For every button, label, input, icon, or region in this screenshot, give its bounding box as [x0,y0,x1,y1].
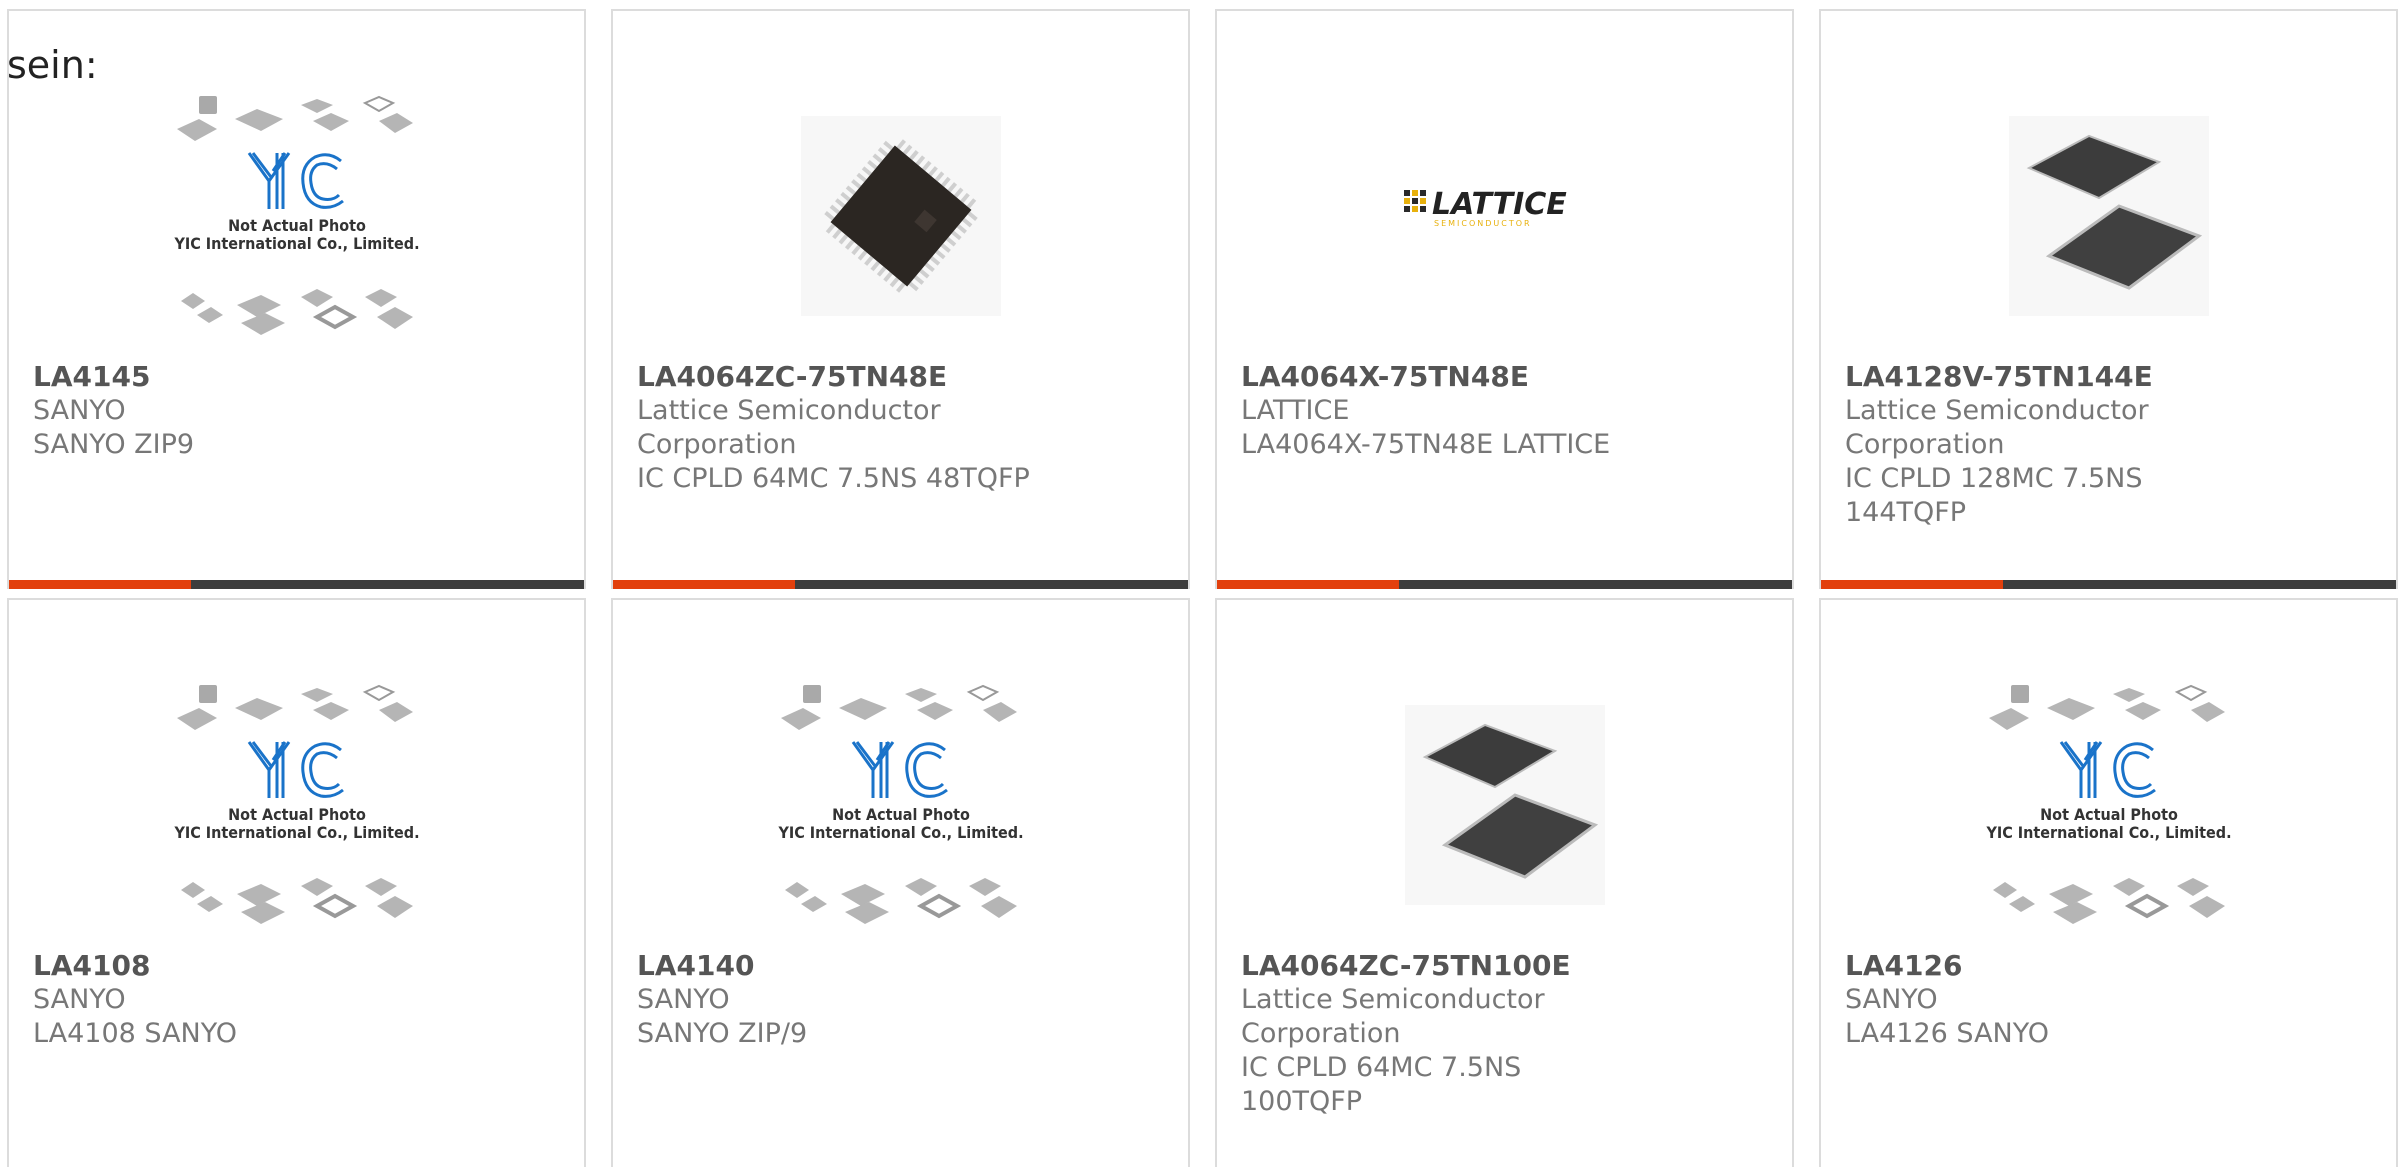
placeholder-line2: YIC International Co., Limited. [1985,823,2231,842]
part-number[interactable]: LA4064X-75TN48E [1241,360,1762,394]
manufacturer: SANYO [33,984,126,1015]
card-bar [613,580,1188,589]
product-card[interactable]: Not Actual Photo YIC International Co., L… [1819,598,2398,1167]
manufacturer: SANYO [637,984,730,1015]
card-bar [9,580,584,589]
placeholder-line2: YIC International Co., Limited. [777,823,1023,842]
product-image[interactable]: Not Actual Photo YIC International Co., L… [1821,660,2396,950]
placeholder-image: Not Actual PhotoYIC International Co., L… [173,95,419,335]
lattice-logo-subtext: SEMICONDUCTOR [1434,219,1532,228]
card-bar [1821,580,2396,589]
placeholder-line2: YIC International Co., Limited. [173,234,419,253]
product-image[interactable] [1821,71,2396,361]
description: LA4108 SANYO [33,1018,238,1049]
product-card[interactable]: LA4064ZC-75TN48E Lattice Semiconductor C… [611,9,1190,589]
part-number[interactable]: LA4126 [1845,949,2366,983]
manufacturer: Lattice Semiconductor Corporation [1241,984,1545,1049]
lattice-logo: LATTICESEMICONDUCTOR [1403,187,1567,228]
card-bar [1217,580,1792,589]
product-grid: sein: Not Actual Photo YIC International … [0,0,2400,1167]
card-bar-accent [613,580,795,589]
part-number[interactable]: LA4128V-75TN144E [1845,360,2366,394]
placeholder-line1: Not Actual Photo [228,805,366,824]
product-card[interactable]: LA4128V-75TN144E Lattice Semiconductor C… [1819,9,2398,589]
description: IC CPLD 128MC 7.5NS 144TQFP [1845,463,2143,528]
description: LA4064X-75TN48E LATTICE [1241,429,1611,460]
manufacturer: SANYO [1845,984,1938,1015]
product-card[interactable]: Not Actual Photo YIC International Co., L… [611,598,1190,1167]
lattice-logo-text: LATTICE [1432,187,1567,222]
description: IC CPLD 64MC 7.5NS 100TQFP [1241,1052,1522,1117]
chip-image [800,116,1001,316]
product-image[interactable]: Not Actual Photo YIC International Co., L… [9,660,584,950]
manufacturer: LATTICE [1241,395,1350,426]
card-bar-accent [1821,580,2003,589]
manufacturer: Lattice Semiconductor Corporation [637,395,941,460]
placeholder-line1: Not Actual Photo [832,805,970,824]
placeholder-line2: YIC International Co., Limited. [173,823,419,842]
description: IC CPLD 64MC 7.5NS 48TQFP [637,463,1030,494]
description: SANYO ZIP9 [33,429,195,460]
product-card[interactable]: Not Actual Photo YIC International Co., L… [7,9,586,589]
description: LA4126 SANYO [1845,1018,2050,1049]
description: SANYO ZIP/9 [637,1018,808,1049]
part-number[interactable]: LA4145 [33,360,554,394]
placeholder-image: Not Actual PhotoYIC International Co., L… [777,684,1023,924]
part-number[interactable]: LA4108 [33,949,554,983]
placeholder-image: Not Actual PhotoYIC International Co., L… [1985,684,2231,924]
product-image[interactable] [1217,660,1792,950]
part-number[interactable]: LA4064ZC-75TN48E [637,360,1158,394]
chip-pair-image [2008,116,2209,316]
product-image[interactable]: LATTICE SEMICONDUCTOR [1217,71,1792,361]
product-image[interactable] [613,71,1188,361]
stray-text: sein: [7,43,98,87]
part-number[interactable]: LA4064ZC-75TN100E [1241,949,1762,983]
card-bar-accent [1217,580,1399,589]
placeholder-line1: Not Actual Photo [228,216,366,235]
chip-pair-image [1404,705,1605,905]
product-card[interactable]: Not Actual Photo YIC International Co., L… [7,598,586,1167]
placeholder-line1: Not Actual Photo [2040,805,2178,824]
manufacturer: Lattice Semiconductor Corporation [1845,395,2149,460]
product-image[interactable]: Not Actual Photo YIC International Co., L… [613,660,1188,950]
manufacturer: SANYO [33,395,126,426]
product-card[interactable]: LATTICE SEMICONDUCTOR LA4064X-75TN48E LAT… [1215,9,1794,589]
part-number[interactable]: LA4140 [637,949,1158,983]
product-image[interactable]: Not Actual Photo YIC International Co., L… [9,71,584,361]
product-card[interactable]: LA4064ZC-75TN100E Lattice Semiconductor … [1215,598,1794,1167]
placeholder-image: Not Actual PhotoYIC International Co., L… [173,684,419,924]
card-bar-accent [9,580,191,589]
